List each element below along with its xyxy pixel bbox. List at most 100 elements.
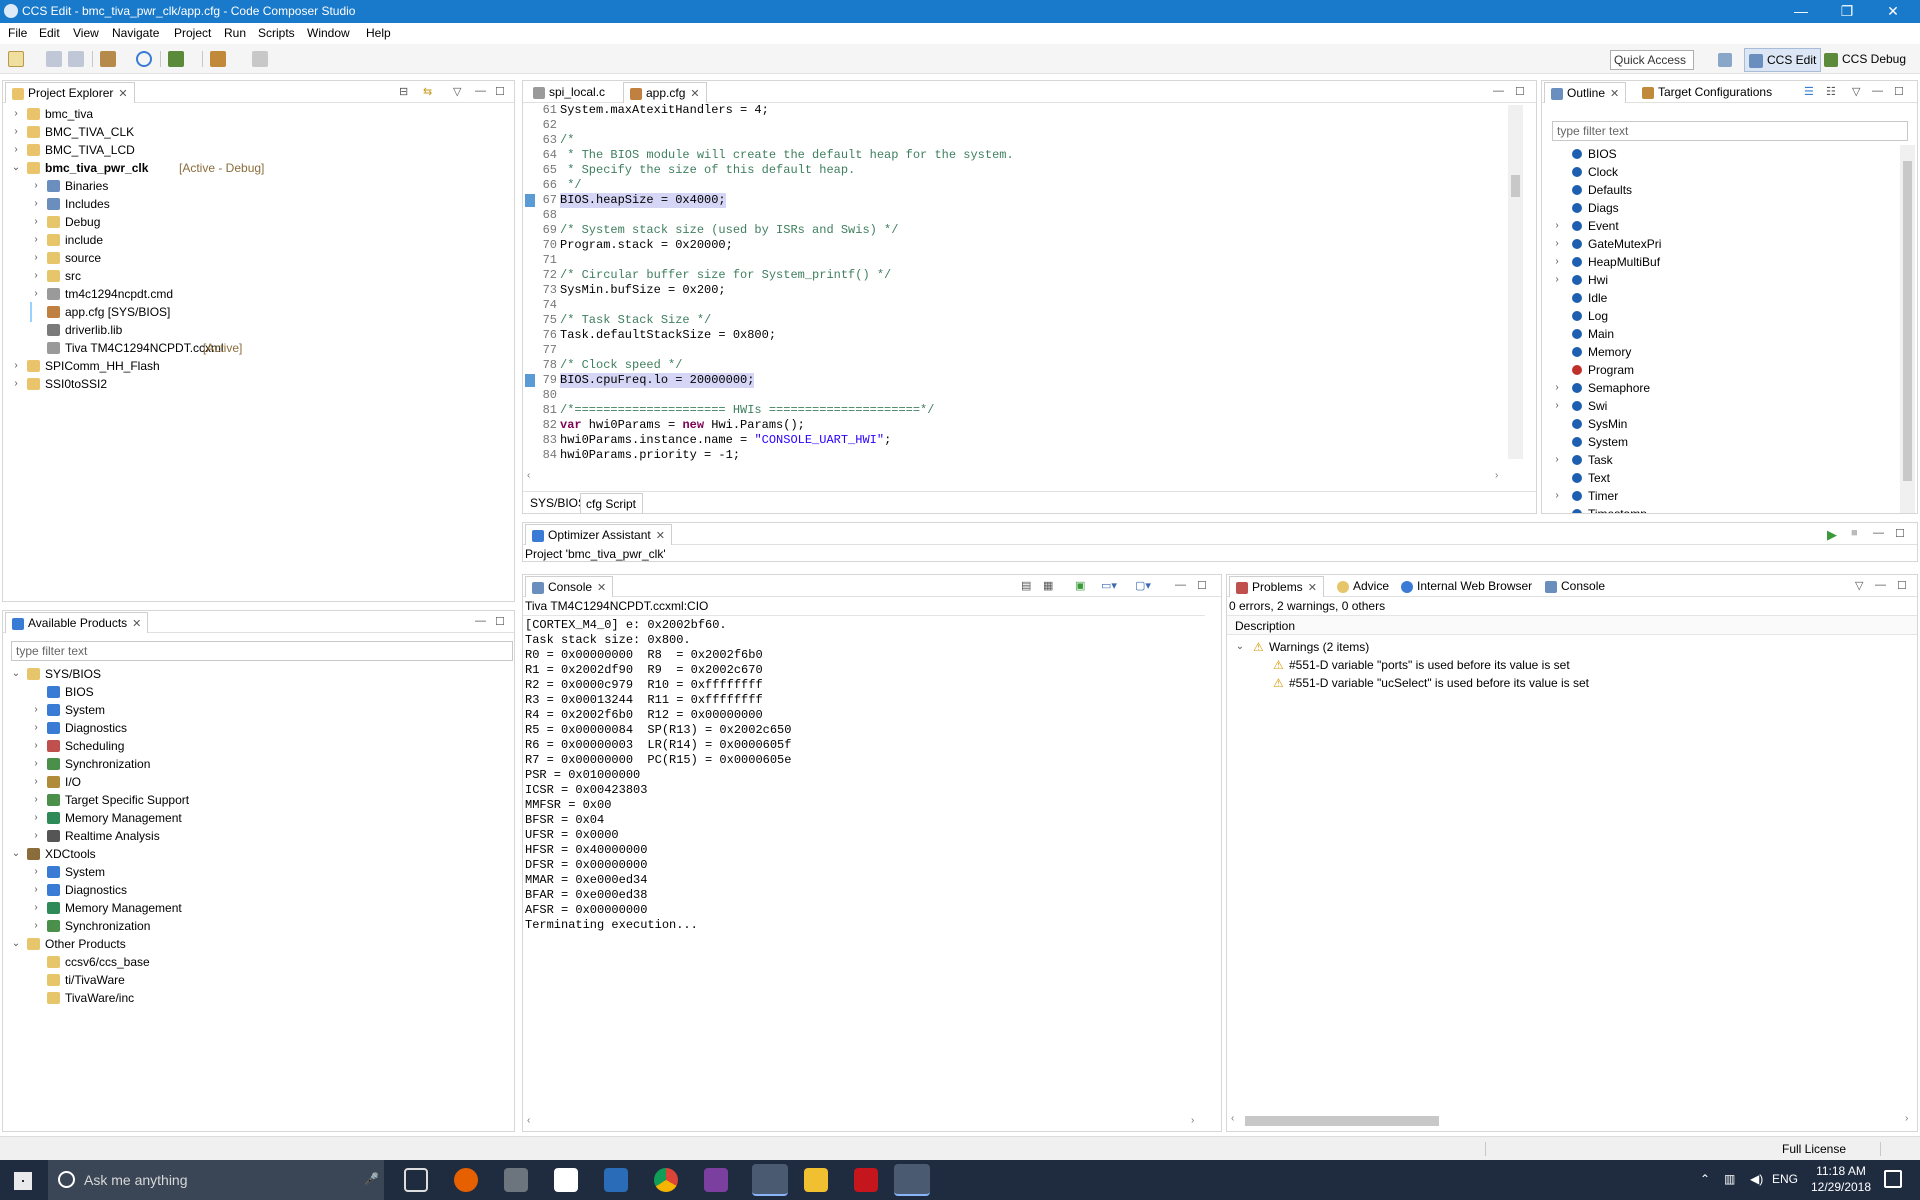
tab-project-explorer[interactable]: Project Explorer ✕ (5, 82, 135, 103)
windows-start-icon[interactable] (14, 1172, 32, 1190)
expanded-arrow-icon[interactable]: ⌄ (11, 845, 21, 863)
view-menu-icon[interactable]: ▽ (453, 85, 461, 98)
run-icon[interactable]: ▶ (1827, 527, 1837, 543)
pin-console-icon[interactable]: ▣ (1075, 579, 1085, 592)
outline-filter-input[interactable]: type filter text (1552, 121, 1908, 141)
tab-advice[interactable]: Advice (1331, 576, 1395, 597)
tab-problems[interactable]: Problems ✕ (1229, 576, 1324, 597)
collapsed-arrow-icon[interactable]: › (31, 827, 41, 845)
tab-available-products[interactable]: Available Products ✕ (5, 612, 149, 633)
problems-hscrollbar[interactable]: ‹ › (1229, 1113, 1915, 1129)
menu-scripts[interactable]: Scripts (258, 26, 295, 40)
collapsed-arrow-icon[interactable]: › (31, 899, 41, 917)
pin-icon[interactable] (252, 51, 268, 67)
save-icon[interactable] (46, 51, 62, 67)
collapsed-arrow-icon[interactable]: › (1552, 397, 1562, 415)
collapsed-arrow-icon[interactable]: › (11, 123, 21, 141)
maximize-view-icon[interactable]: ☐ (1895, 527, 1905, 540)
perspective-ccs-debug[interactable]: CCS Debug (1820, 48, 1910, 72)
close-button[interactable]: ✕ (1870, 0, 1916, 23)
menu-window[interactable]: Window (307, 26, 350, 40)
collapsed-arrow-icon[interactable]: › (11, 375, 21, 393)
maximize-view-icon[interactable]: ☐ (495, 85, 505, 98)
cortana-search-box[interactable]: Ask me anything 🎤 (48, 1160, 384, 1200)
tab-console-2[interactable]: Console (1539, 576, 1611, 597)
network-icon[interactable]: ▥ (1724, 1172, 1735, 1186)
tab-target-configurations[interactable]: Target Configurations (1636, 82, 1778, 103)
menu-navigate[interactable]: Navigate (112, 26, 159, 40)
collapsed-arrow-icon[interactable]: › (1552, 451, 1562, 469)
collapsed-arrow-icon[interactable]: › (1552, 379, 1562, 397)
collapsed-arrow-icon[interactable]: › (31, 809, 41, 827)
code-composer-studio-icon[interactable] (752, 1164, 788, 1196)
language-indicator[interactable]: ENG (1772, 1172, 1798, 1186)
firefox-icon[interactable] (454, 1168, 478, 1192)
expanded-arrow-icon[interactable]: ⌄ (11, 665, 21, 683)
collapsed-arrow-icon[interactable]: › (31, 719, 41, 737)
console-output[interactable]: [CORTEX_M4_0] e: 0x2002bf60. Task stack s… (523, 615, 1205, 1111)
editor-hscrollbar[interactable]: ‹ › (525, 470, 1515, 481)
collapsed-arrow-icon[interactable]: › (11, 357, 21, 375)
tree-view-icon[interactable]: ☰ (1804, 85, 1814, 98)
open-console-icon[interactable]: ▢▾ (1135, 579, 1151, 592)
collapsed-arrow-icon[interactable]: › (31, 177, 41, 195)
store-icon[interactable] (554, 1168, 578, 1192)
restore-button[interactable]: ❐ (1824, 0, 1870, 23)
menu-help[interactable]: Help (366, 26, 391, 40)
expanded-arrow-icon[interactable]: ⌄ (11, 935, 21, 953)
search-icon[interactable] (136, 51, 152, 67)
calculator-icon[interactable] (504, 1168, 528, 1192)
maximize-view-icon[interactable]: ☐ (1897, 579, 1907, 592)
console-hscrollbar[interactable]: ‹ › (525, 1115, 1201, 1129)
collapsed-arrow-icon[interactable]: › (31, 249, 41, 267)
minimize-view-icon[interactable]: — (1875, 579, 1886, 591)
minimize-view-icon[interactable]: — (1872, 85, 1883, 97)
collapsed-arrow-icon[interactable]: › (31, 231, 41, 249)
collapsed-arrow-icon[interactable]: › (1552, 487, 1562, 505)
clock-time[interactable]: 11:18 AM (1808, 1164, 1874, 1178)
taskbar-app-icon[interactable] (894, 1164, 930, 1196)
display-console-icon[interactable]: ▭▾ (1101, 579, 1117, 592)
collapsed-arrow-icon[interactable]: › (1552, 235, 1562, 253)
collapsed-arrow-icon[interactable]: › (31, 737, 41, 755)
file-explorer-icon[interactable] (804, 1168, 828, 1192)
tab-app-cfg[interactable]: app.cfg ✕ (623, 82, 707, 103)
collapsed-arrow-icon[interactable]: › (11, 105, 21, 123)
clear-console-icon[interactable]: ▤ (1021, 579, 1031, 592)
description-column-header[interactable]: Description (1235, 619, 1295, 633)
build-icon[interactable] (100, 51, 116, 67)
menu-file[interactable]: File (8, 26, 27, 40)
open-perspective-button[interactable] (1714, 48, 1742, 72)
scroll-lock-icon[interactable]: ▦ (1043, 579, 1053, 592)
minimize-view-icon[interactable]: — (1873, 527, 1884, 539)
task-view-icon[interactable] (404, 1168, 428, 1192)
tab-optimizer-assistant[interactable]: Optimizer Assistant ✕ (525, 524, 672, 545)
collapsed-arrow-icon[interactable]: › (31, 755, 41, 773)
console-scrollbar[interactable] (1205, 615, 1220, 1111)
hierarchy-icon[interactable]: ☷ (1826, 85, 1836, 98)
collapsed-arrow-icon[interactable]: › (31, 791, 41, 809)
app-icon[interactable] (604, 1168, 628, 1192)
minimize-view-icon[interactable]: — (475, 85, 486, 97)
maximize-view-icon[interactable]: ☐ (1197, 579, 1207, 592)
minimize-button[interactable]: — (1778, 0, 1824, 23)
minimize-view-icon[interactable]: — (1175, 579, 1186, 591)
chrome-icon[interactable] (654, 1168, 678, 1192)
paint-icon[interactable] (704, 1168, 728, 1192)
collapsed-arrow-icon[interactable]: › (11, 141, 21, 159)
acrobat-icon[interactable] (854, 1168, 878, 1192)
tools-icon[interactable] (210, 51, 226, 67)
save-all-icon[interactable] (68, 51, 84, 67)
menu-view[interactable]: View (73, 26, 99, 40)
code-editor[interactable]: 61 System.maxAtexitHandlers = 4; 62 63/* 64 … (523, 103, 1523, 462)
collapsed-arrow-icon[interactable]: › (1552, 253, 1562, 271)
collapsed-arrow-icon[interactable]: › (31, 881, 41, 899)
collapsed-arrow-icon[interactable]: › (1552, 271, 1562, 289)
collapsed-arrow-icon[interactable]: › (31, 213, 41, 231)
perspective-ccs-edit[interactable]: CCS Edit (1744, 48, 1822, 72)
maximize-view-icon[interactable]: ☐ (1515, 85, 1525, 98)
tab-console[interactable]: Console ✕ (525, 576, 614, 597)
stop-icon[interactable]: ■ (1851, 527, 1858, 539)
menu-edit[interactable]: Edit (39, 26, 60, 40)
maximize-view-icon[interactable]: ☐ (1894, 85, 1904, 98)
